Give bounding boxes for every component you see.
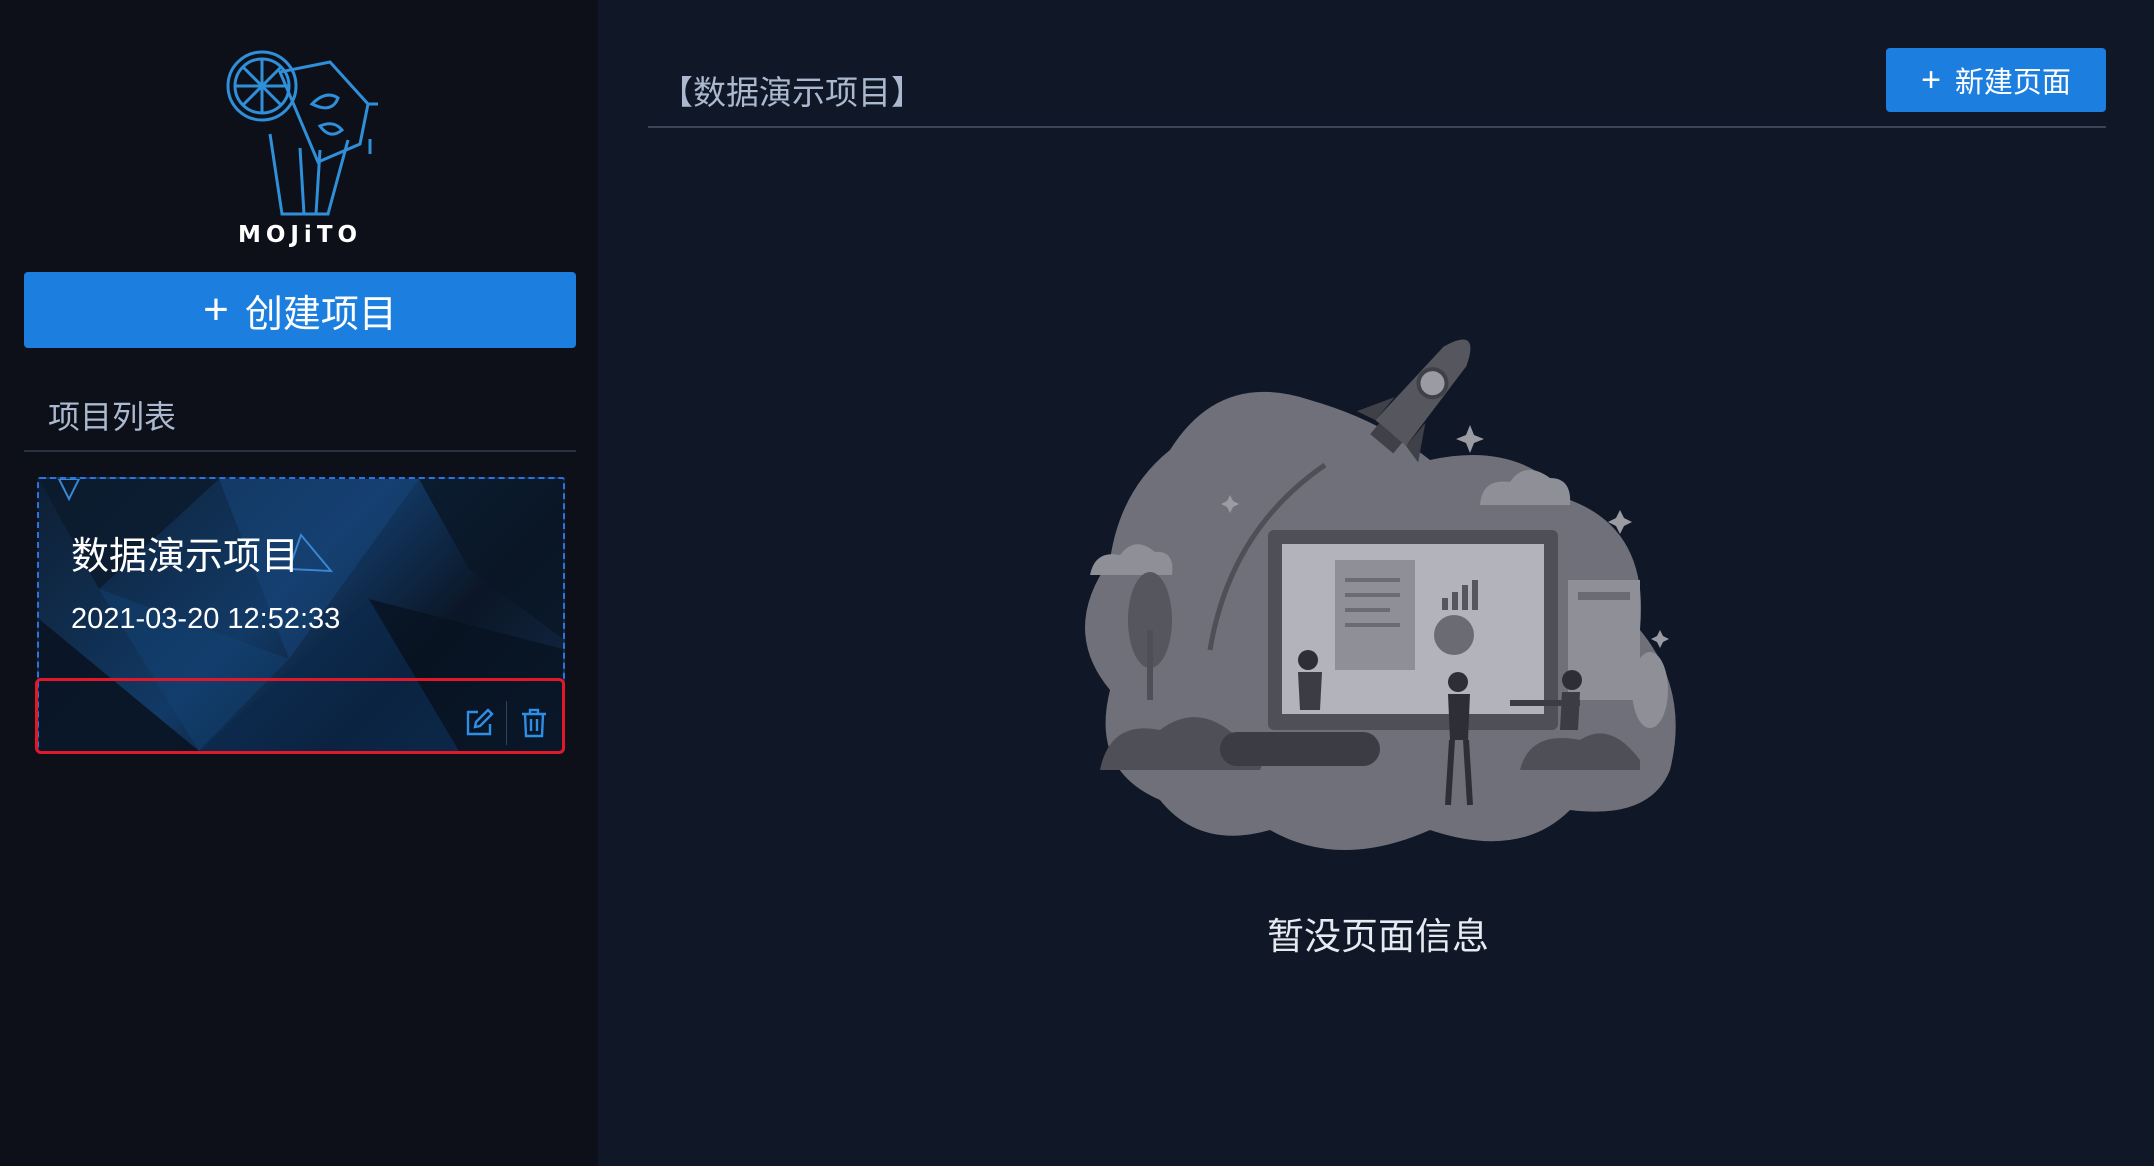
sidebar: MOJiTO + 创建项目 项目列表 数据演示项目 2021-03-20 12:… [0,0,598,1166]
plus-icon: + [1921,61,1941,99]
new-page-button[interactable]: + 新建页面 [1886,48,2106,112]
highlight-annotation-box [35,678,565,754]
project-list-title: 项目列表 [48,399,177,435]
create-project-label: 创建项目 [244,293,397,336]
divider [24,450,576,452]
divider [648,126,2106,128]
page-title: 【数据演示项目】 [660,74,924,111]
project-time: 2021-03-20 12:52:33 [71,603,341,635]
logo-text: MOJiTO [237,222,363,248]
new-page-label: 新建页面 [1954,67,2071,99]
project-name: 数据演示项目 [71,536,300,578]
empty-state-text: 暂没页面信息 [1267,916,1489,957]
empty-state-illustration [1050,330,1700,870]
mojito-logo: MOJiTO [220,44,380,254]
create-project-button[interactable]: + 创建项目 [24,272,576,348]
plus-icon: + [203,285,229,334]
